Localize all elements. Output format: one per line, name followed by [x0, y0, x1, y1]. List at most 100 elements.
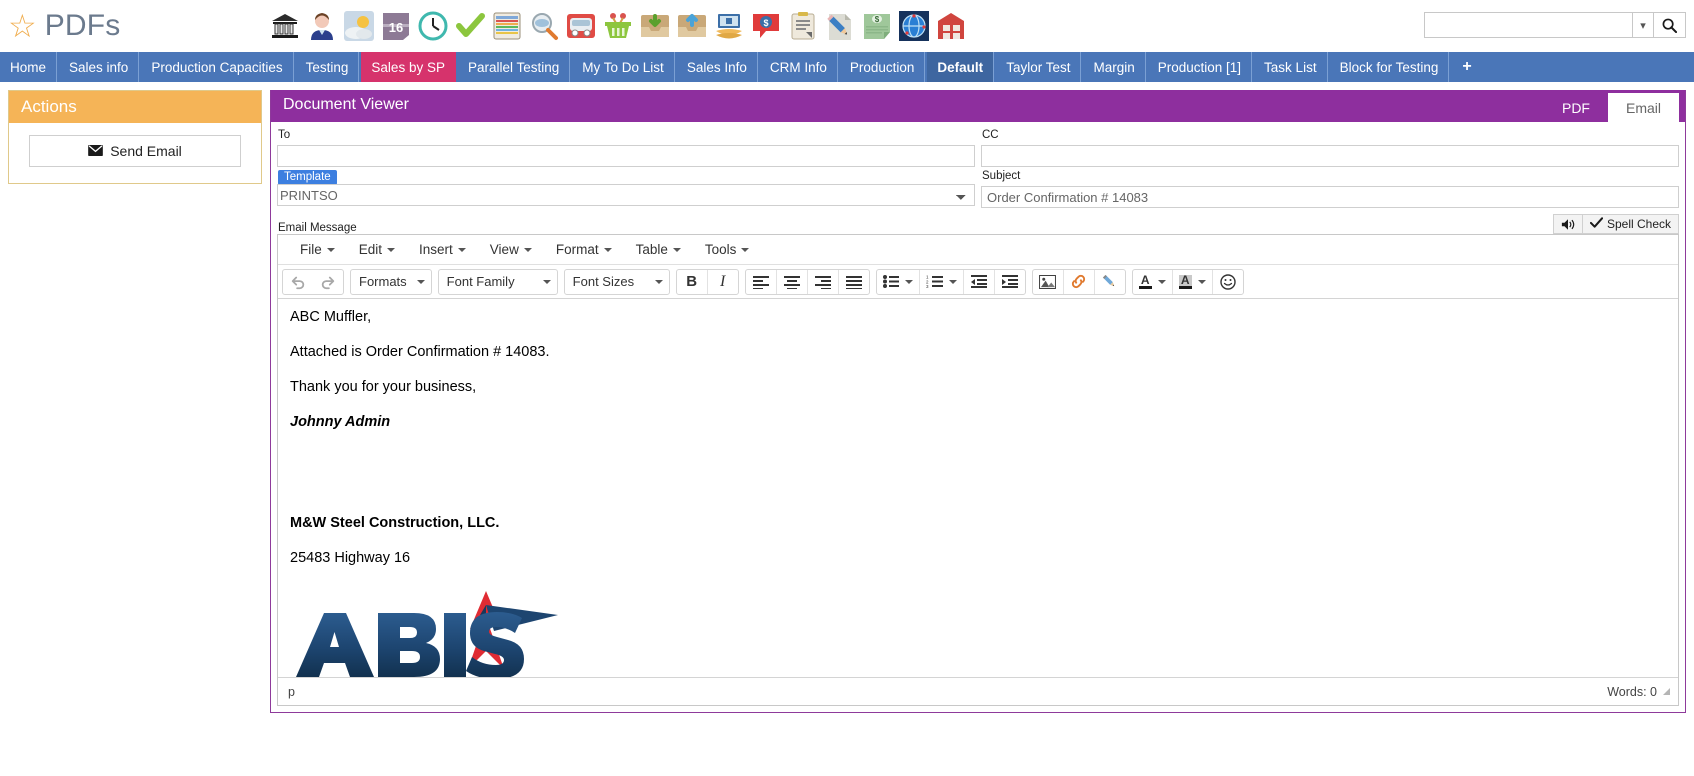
inbox-down-icon[interactable] — [640, 11, 670, 41]
subject-label: Subject — [982, 170, 1021, 182]
align-justify-icon[interactable] — [839, 270, 869, 294]
send-email-button[interactable]: Send Email — [29, 135, 241, 167]
globe-icon[interactable] — [899, 11, 929, 41]
check-icon — [1589, 217, 1604, 231]
align-right-icon[interactable] — [808, 270, 838, 294]
list-indent-group: 123 — [875, 268, 1026, 295]
email-message-label: Email Message — [278, 222, 357, 234]
tab-block-for-testing[interactable]: Block for Testing — [1329, 52, 1450, 82]
editor-element-path[interactable]: p — [288, 685, 295, 699]
numbered-list-icon[interactable]: 123 — [920, 270, 963, 294]
spreadsheet-icon[interactable] — [492, 11, 522, 41]
contact-icon[interactable] — [307, 11, 337, 41]
weather-icon[interactable] — [344, 11, 374, 41]
editor-menu-label: File — [300, 242, 322, 257]
tab-parallel-testing[interactable]: Parallel Testing — [457, 52, 571, 82]
to-input[interactable] — [277, 145, 975, 167]
tab-home[interactable]: Home — [0, 52, 58, 82]
editor-menu-label: Tools — [704, 242, 737, 257]
tab-production-1[interactable]: Production [1] — [1147, 52, 1253, 82]
editor-menu-edit[interactable]: Edit — [347, 239, 407, 260]
tab-crm-info[interactable]: CRM Info — [759, 52, 838, 82]
template-select[interactable]: PRINTSO — [277, 184, 975, 206]
cash-icon[interactable]: $ — [862, 11, 892, 41]
editor-status-bar: p Words: 0 — [278, 677, 1678, 705]
basket-icon[interactable] — [603, 11, 633, 41]
font-family-select[interactable]: Font Family — [439, 270, 557, 294]
viewer-tab-email[interactable]: Email — [1607, 93, 1679, 122]
page-title: PDFs — [44, 9, 121, 42]
link-icon[interactable] — [1064, 270, 1094, 294]
tab-margin[interactable]: Margin — [1083, 52, 1146, 82]
clock-icon[interactable] — [418, 11, 448, 41]
tab-default[interactable]: Default — [927, 52, 995, 82]
tab-production-capacities[interactable]: Production Capacities — [141, 52, 294, 82]
inbox-up-icon[interactable] — [677, 11, 707, 41]
chevron-down-icon — [904, 279, 913, 284]
search-button[interactable] — [1654, 12, 1686, 38]
editor-menu-file[interactable]: File — [288, 239, 347, 260]
tab-sales-by-sp[interactable]: Sales by SP — [361, 52, 456, 82]
outdent-icon[interactable] — [964, 270, 994, 294]
editor-menu-label: Format — [555, 242, 599, 257]
template-label: Template — [278, 170, 337, 185]
svg-text:16: 16 — [389, 20, 403, 35]
tab-production[interactable]: Production — [839, 52, 926, 82]
redo-icon[interactable] — [313, 270, 343, 294]
chevron-down-icon — [1157, 279, 1166, 284]
tab-sales-info[interactable]: Sales info — [59, 52, 140, 82]
actions-panel-body: Send Email — [9, 123, 261, 183]
editor-menu-insert[interactable]: Insert — [407, 239, 478, 260]
recipients-row: To CC — [277, 126, 1679, 167]
cc-input[interactable] — [981, 145, 1679, 167]
speaker-icon[interactable] — [1552, 214, 1583, 234]
image-icon[interactable] — [1033, 270, 1063, 294]
editor-menu-tools[interactable]: Tools — [693, 239, 762, 260]
undo-icon[interactable] — [283, 270, 313, 294]
text-color-button[interactable]: A — [1133, 270, 1172, 294]
checkmark-icon[interactable] — [455, 11, 485, 41]
indent-icon[interactable] — [995, 270, 1025, 294]
tab-my-to-do-list[interactable]: My To Do List — [572, 52, 675, 82]
pencil-icon[interactable] — [1095, 270, 1125, 294]
chevron-down-icon[interactable]: ▾ — [1632, 12, 1654, 38]
align-center-icon[interactable] — [777, 270, 807, 294]
align-left-icon[interactable] — [746, 270, 776, 294]
viewer-tab-pdf[interactable]: PDF — [1544, 93, 1608, 122]
warehouse-icon[interactable] — [936, 11, 966, 41]
spell-check-button[interactable]: Spell Check — [1582, 214, 1679, 234]
document-viewer-panel: Document Viewer PDF Email To CC Template… — [270, 90, 1686, 713]
bank-icon[interactable] — [270, 11, 300, 41]
font-sizes-select[interactable]: Font Sizes — [565, 270, 669, 294]
tab-testing[interactable]: Testing — [295, 52, 360, 82]
resize-grip-icon[interactable] — [1663, 688, 1670, 695]
calendar-16-icon[interactable]: 16 — [381, 11, 411, 41]
italic-button[interactable]: I — [708, 270, 738, 294]
add-tab-button[interactable]: + — [1451, 52, 1483, 82]
subject-input[interactable] — [981, 186, 1679, 208]
font-family-group: Font Family — [437, 268, 558, 295]
editor-menu-table[interactable]: Table — [624, 239, 693, 260]
truck-icon[interactable] — [566, 11, 596, 41]
emoticon-icon[interactable] — [1213, 270, 1243, 294]
tab-task-list[interactable]: Task List — [1254, 52, 1328, 82]
spell-check-label: Spell Check — [1606, 217, 1671, 231]
tab-sales-info[interactable]: Sales Info — [676, 52, 758, 82]
pencil-note-icon[interactable] — [825, 11, 855, 41]
bold-button[interactable]: B — [677, 270, 707, 294]
search-globe-icon[interactable] — [529, 11, 559, 41]
editor-menu-format[interactable]: Format — [544, 239, 624, 260]
bullet-list-icon[interactable] — [877, 270, 919, 294]
document-viewer-header: Document Viewer PDF Email — [271, 90, 1685, 122]
editor-menu-view[interactable]: View — [478, 239, 544, 260]
cc-field-group: CC — [981, 126, 1679, 167]
price-tag-icon[interactable]: $ — [751, 11, 781, 41]
formats-select[interactable]: Formats — [351, 270, 431, 294]
font-family-label: Font Family — [446, 274, 515, 289]
editor-content-area[interactable]: ABC Muffler, Attached is Order Confirmat… — [278, 299, 1678, 677]
background-color-button[interactable]: A — [1173, 270, 1212, 294]
clipboard-icon[interactable] — [788, 11, 818, 41]
money-hands-icon[interactable] — [714, 11, 744, 41]
search-input[interactable] — [1424, 12, 1632, 38]
tab-taylor-test[interactable]: Taylor Test — [996, 52, 1082, 82]
